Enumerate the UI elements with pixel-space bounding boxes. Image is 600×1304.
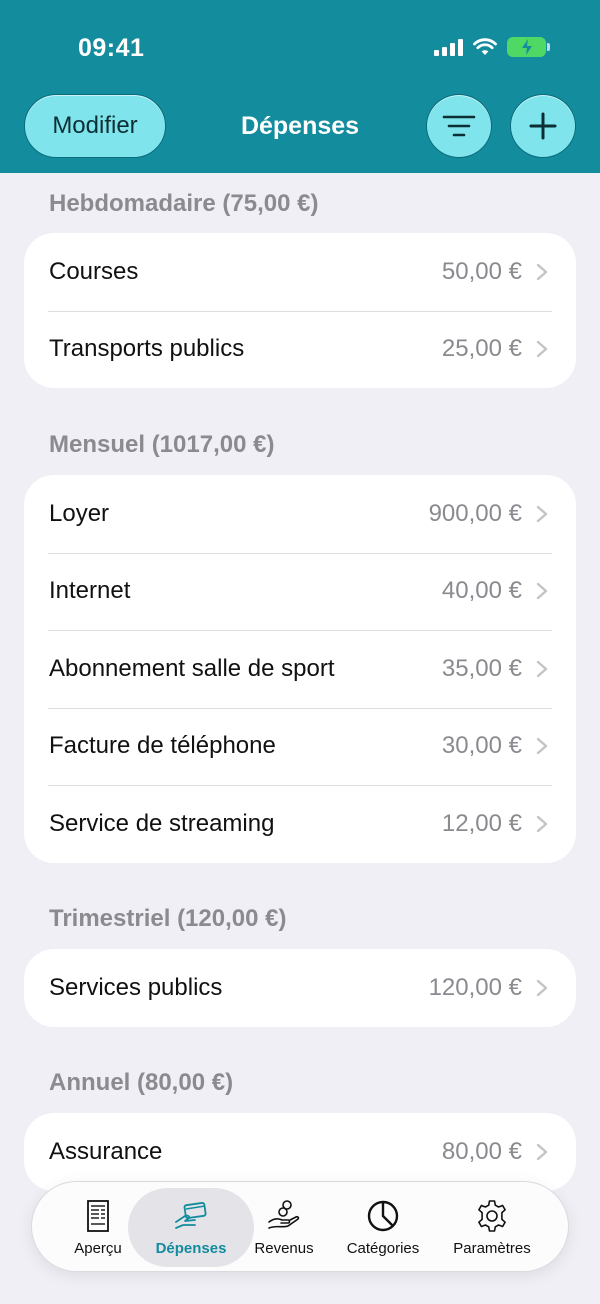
tab-apercu[interactable]: Aperçu bbox=[54, 1182, 142, 1273]
pie-chart-icon bbox=[367, 1200, 399, 1232]
tab-categories[interactable]: Catégories bbox=[333, 1182, 433, 1273]
edit-button[interactable]: Modifier bbox=[24, 94, 166, 158]
chevron-right-icon bbox=[536, 815, 548, 832]
navigation-header: 09:41 Modifier Dépenses bbox=[0, 0, 600, 173]
add-button[interactable] bbox=[510, 94, 576, 158]
tab-label: Aperçu bbox=[74, 1240, 122, 1257]
expense-name: Facture de téléphone bbox=[49, 732, 276, 760]
plus-icon bbox=[529, 112, 557, 140]
section-header-yearly: Annuel (80,00 €) bbox=[49, 1069, 234, 1096]
chevron-right-icon bbox=[536, 583, 548, 600]
hand-coins-icon bbox=[268, 1200, 300, 1229]
expense-row[interactable]: Abonnement salle de sport 35,00 € bbox=[24, 630, 576, 708]
expense-name: Loyer bbox=[49, 499, 110, 527]
tab-label: Paramètres bbox=[453, 1240, 531, 1257]
page-title: Dépenses bbox=[240, 112, 360, 140]
cellular-signal-icon bbox=[434, 38, 463, 56]
expense-row[interactable]: Courses 50,00 € bbox=[24, 233, 576, 311]
chevron-right-icon bbox=[536, 660, 548, 677]
expense-row[interactable]: Facture de téléphone 30,00 € bbox=[24, 707, 576, 786]
expense-group-weekly: Courses 50,00 € Transports publics 25,00… bbox=[24, 233, 576, 388]
chevron-right-icon bbox=[536, 341, 548, 358]
expense-row[interactable]: Services publics 120,00 € bbox=[24, 949, 576, 1027]
expense-group-yearly: Assurance 80,00 € bbox=[24, 1113, 576, 1191]
chevron-right-icon bbox=[536, 979, 548, 996]
receipt-icon bbox=[87, 1200, 109, 1232]
chevron-right-icon bbox=[536, 738, 548, 755]
tab-parametres[interactable]: Paramètres bbox=[442, 1182, 542, 1273]
expense-row[interactable]: Internet 40,00 € bbox=[24, 552, 576, 631]
gear-icon bbox=[478, 1200, 506, 1232]
expense-name: Abonnement salle de sport bbox=[49, 654, 335, 682]
expense-amount: 12,00 € bbox=[441, 809, 522, 837]
chevron-right-icon bbox=[536, 1143, 548, 1160]
expense-name: Assurance bbox=[49, 1137, 163, 1165]
filter-button[interactable] bbox=[426, 94, 492, 158]
status-time: 09:41 bbox=[78, 34, 145, 62]
section-header-quarterly: Trimestriel (120,00 €) bbox=[49, 905, 287, 932]
expense-amount: 40,00 € bbox=[441, 577, 522, 605]
chevron-right-icon bbox=[536, 263, 548, 280]
wifi-icon bbox=[473, 38, 497, 55]
expense-amount: 80,00 € bbox=[441, 1137, 522, 1165]
section-header-monthly: Mensuel (1017,00 €) bbox=[49, 431, 275, 458]
expense-row[interactable]: Loyer 900,00 € bbox=[24, 475, 576, 553]
expense-amount: 50,00 € bbox=[441, 257, 522, 285]
tab-label: Catégories bbox=[346, 1240, 420, 1257]
expense-name: Courses bbox=[49, 257, 139, 285]
expense-row[interactable]: Transports publics 25,00 € bbox=[24, 310, 576, 389]
section-header-weekly: Hebdomadaire (75,00 €) bbox=[49, 190, 319, 217]
expense-group-monthly: Loyer 900,00 € Internet 40,00 € Abonneme… bbox=[24, 475, 576, 863]
expense-group-quarterly: Services publics 120,00 € bbox=[24, 949, 576, 1027]
tab-label: Dépenses bbox=[155, 1240, 227, 1257]
tab-bar: Aperçu Dépenses Revenus Catégories Param… bbox=[31, 1181, 569, 1272]
expense-name: Services publics bbox=[49, 973, 223, 1001]
expense-name: Transports publics bbox=[49, 335, 245, 363]
expense-amount: 35,00 € bbox=[441, 654, 522, 682]
expense-row[interactable]: Service de streaming 12,00 € bbox=[24, 785, 576, 863]
expense-row[interactable]: Assurance 80,00 € bbox=[24, 1113, 576, 1191]
expense-amount: 900,00 € bbox=[428, 499, 522, 527]
tab-revenus[interactable]: Revenus bbox=[240, 1182, 328, 1273]
status-icons bbox=[434, 37, 550, 57]
card-payment-icon bbox=[175, 1202, 207, 1229]
tab-depenses[interactable]: Dépenses bbox=[143, 1182, 239, 1273]
expense-amount: 25,00 € bbox=[441, 335, 522, 363]
filter-lines-icon bbox=[442, 115, 476, 137]
chevron-right-icon bbox=[536, 505, 548, 522]
expense-amount: 120,00 € bbox=[428, 973, 522, 1001]
battery-charging-icon bbox=[507, 37, 550, 57]
tab-label: Revenus bbox=[254, 1240, 314, 1257]
expense-name: Service de streaming bbox=[49, 809, 275, 837]
expense-name: Internet bbox=[49, 577, 131, 605]
expense-amount: 30,00 € bbox=[441, 732, 522, 760]
